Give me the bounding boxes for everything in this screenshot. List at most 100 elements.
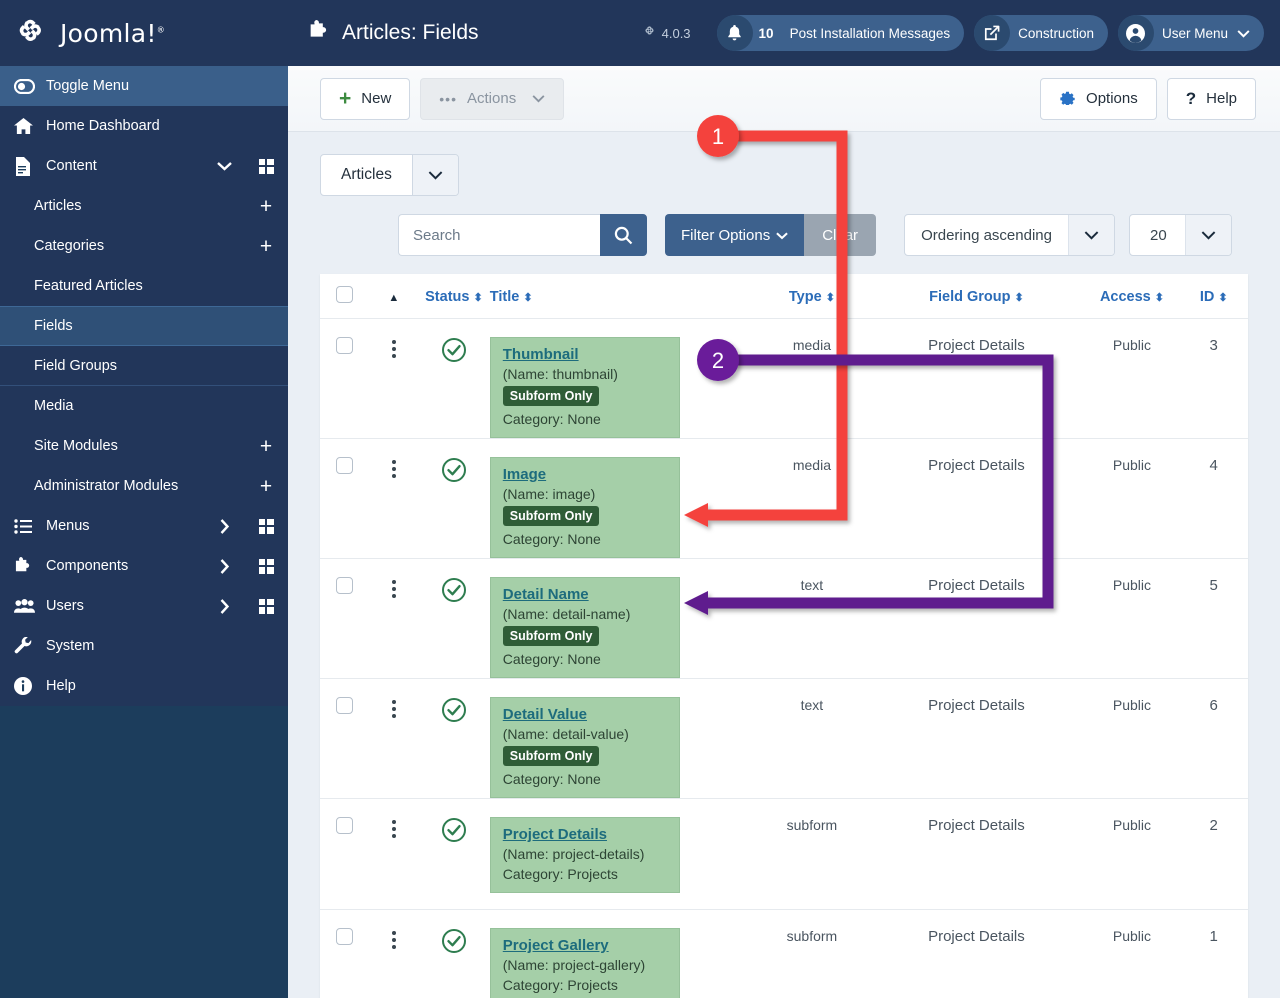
status-published-icon[interactable] [441,337,467,363]
sidebar-item-label: Home Dashboard [46,118,160,134]
field-title-link[interactable]: Project Gallery [503,937,609,954]
sidebar-item-menus[interactable]: Menus [0,506,288,546]
actions-button[interactable]: ••• Actions [420,77,565,120]
sidebar-item-field-groups[interactable]: Field Groups [0,346,288,386]
grid-icon[interactable] [244,158,288,174]
row-checkbox[interactable] [336,697,354,714]
sort-icon: ⬍ [825,291,835,304]
row-actions-menu-icon[interactable] [370,931,419,949]
options-button[interactable]: Options [1040,77,1157,120]
row-checkbox[interactable] [336,928,354,945]
column-header-id[interactable]: ID ⬍ [1179,274,1248,319]
post-installation-messages-button[interactable]: 10 Post Installation Messages [716,15,965,51]
column-header-ordering[interactable]: ▲ [370,274,419,319]
plus-icon[interactable]: + [244,236,288,257]
plus-icon[interactable]: + [244,476,288,497]
sidebar-item-label: Featured Articles [34,278,143,294]
user-menu-button[interactable]: User Menu [1117,15,1264,51]
row-access-cell: Public [1084,558,1180,679]
search-button[interactable] [600,214,647,256]
chevron-down-icon[interactable] [1184,215,1231,255]
field-highlight-box: Image (Name: image) Subform Only Category: … [489,457,680,558]
row-status-cell [418,678,490,799]
row-actions-menu-icon[interactable] [370,700,419,718]
clear-filters-button[interactable]: Clear [804,214,877,256]
status-published-icon[interactable] [441,457,467,483]
row-id-cell: 2 [1179,798,1248,910]
row-actions-menu-icon[interactable] [370,580,419,598]
field-title-link[interactable]: Detail Name [503,586,589,603]
field-title-link[interactable]: Thumbnail [503,346,579,363]
status-published-icon[interactable] [441,577,467,603]
column-header-access[interactable]: Access ⬍ [1085,274,1180,319]
wrench-icon [14,636,40,656]
sidebar-item-fields[interactable]: Fields [0,306,288,346]
help-button[interactable]: ? Help [1166,77,1256,120]
status-published-icon[interactable] [441,928,467,954]
sidebar-item-administrator-modules[interactable]: Administrator Modules + [0,466,288,506]
puzzle-icon [308,19,331,47]
ordering-select[interactable]: Ordering ascending [904,214,1115,256]
search-input[interactable] [398,214,600,256]
sidebar-item-system[interactable]: System [0,626,288,666]
sidebar-toggle-menu[interactable]: Toggle Menu [0,66,288,106]
sidebar-item-home-dashboard[interactable]: Home Dashboard [0,106,288,146]
sidebar-item-components[interactable]: Components [0,546,288,586]
grid-icon[interactable] [244,518,288,534]
chevron-down-icon[interactable] [1067,215,1114,255]
row-access-cell: Public [1084,798,1180,910]
filter-bar: Filter Options Clear Ordering ascending … [320,214,1248,256]
plus-icon[interactable]: + [244,196,288,217]
filter-options-button[interactable]: Filter Options [665,214,805,256]
sidebar-item-help[interactable]: Help [0,666,288,706]
grid-icon[interactable] [244,558,288,574]
chevron-right-icon[interactable] [204,598,244,614]
row-checkbox[interactable] [336,817,354,834]
row-checkbox[interactable] [336,337,354,354]
status-published-icon[interactable] [441,697,467,723]
sidebar-item-users[interactable]: Users [0,586,288,626]
column-header-title[interactable]: Title ⬍ [490,274,756,319]
sidebar-item-content[interactable]: Content [0,146,288,186]
row-actions-menu-icon[interactable] [370,820,419,838]
row-actions-menu-icon[interactable] [370,460,419,478]
sidebar-item-featured-articles[interactable]: Featured Articles [0,266,288,306]
row-checkbox[interactable] [336,457,354,474]
column-header-status[interactable]: Status ⬍ [418,274,490,319]
sidebar-item-label: Content [46,158,97,174]
sort-icon: ⬍ [1218,291,1228,304]
chevron-down-icon[interactable] [204,161,244,171]
toggle-icon [14,78,40,94]
construction-button[interactable]: Construction [974,15,1108,51]
sidebar-item-site-modules[interactable]: Site Modules + [0,426,288,466]
context-select-articles[interactable]: Articles [320,154,459,196]
row-actions-cell [369,558,419,679]
grid-icon[interactable] [244,598,288,614]
row-actions-menu-icon[interactable] [370,340,419,358]
plus-icon[interactable]: + [244,436,288,457]
chevron-right-icon[interactable] [204,558,244,574]
row-checkbox[interactable] [336,577,354,594]
field-category-text: Category: None [502,531,601,547]
gear-icon [1059,88,1076,110]
joomla-logo-icon [16,16,50,50]
field-title-link[interactable]: Image [503,466,546,483]
select-all-checkbox[interactable] [336,286,354,303]
field-title-link[interactable]: Project Details [503,826,607,843]
column-header-type[interactable]: Type ⬍ [756,274,869,319]
sidebar-item-articles[interactable]: Articles + [0,186,288,226]
brand-logo[interactable]: Joomla!® [0,0,288,66]
list-limit-select[interactable]: 20 [1128,214,1232,256]
new-button[interactable]: + New [320,77,411,120]
sidebar-item-media[interactable]: Media [0,386,288,426]
chevron-right-icon[interactable] [204,518,244,534]
external-link-icon [974,15,1011,51]
page-title: Articles: Fields [308,19,479,47]
field-title-link[interactable]: Detail Value [503,706,587,723]
status-published-icon[interactable] [441,817,467,843]
sidebar-item-categories[interactable]: Categories + [0,226,288,266]
chevron-down-icon[interactable] [411,155,458,195]
column-header-field-group[interactable]: Field Group ⬍ [868,274,1084,319]
field-category-text: Category: Projects [502,866,618,882]
sidebar-item-label: Articles [34,198,82,214]
